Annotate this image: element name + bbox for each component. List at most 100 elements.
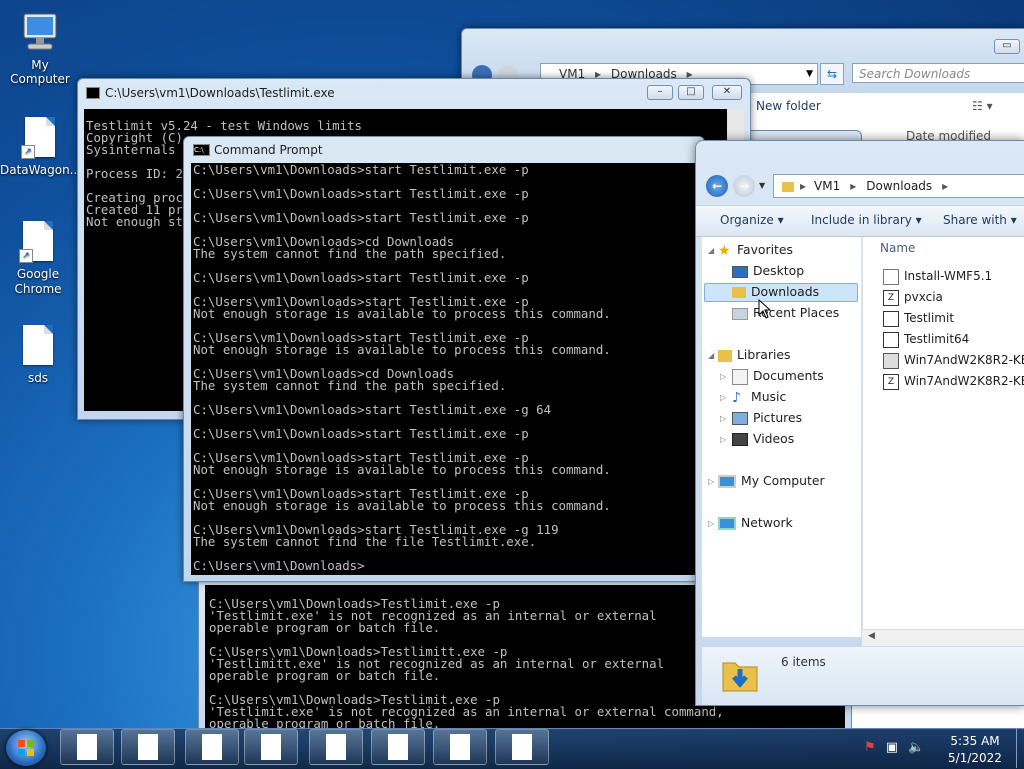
file-item[interactable]: ZWin7AndW2K8R2-KB31 (883, 372, 1024, 390)
desktop-icon-label: Google Chrome (14, 267, 62, 296)
documents-icon (732, 368, 748, 385)
downloads-folder-icon (722, 662, 758, 692)
tray-icons[interactable]: ⚑ ▣ 🔈 (864, 740, 924, 755)
nav-recent-places[interactable]: Recent Places (732, 304, 839, 322)
minimize-button[interactable]: ▭ (994, 39, 1020, 54)
document-icon (450, 734, 470, 760)
desktop-icon-label: DataWagon... (0, 163, 82, 177)
network-icon (718, 517, 736, 530)
file-item[interactable]: Install-WMF5.1 (883, 267, 992, 285)
taskbar-button[interactable] (121, 729, 175, 765)
start-button[interactable] (6, 730, 46, 766)
installer-icon (883, 268, 899, 285)
explorer-window[interactable]: ← → ▼ ▸ VM1 ▸ Downloads ▸ Organize ▾ Include… (695, 140, 1024, 706)
taskbar-button[interactable] (309, 729, 363, 765)
desktop-icon-datawagon[interactable]: ↗ DataWagon... (0, 117, 82, 177)
include-in-library-button[interactable]: Include in library ▾ (811, 212, 922, 228)
recent-places-icon (732, 307, 748, 320)
downloads-folder-icon (732, 287, 746, 298)
breadcrumb-item[interactable]: Downloads (866, 179, 932, 193)
nav-pictures[interactable]: Pictures (732, 409, 802, 427)
console-text: C:\Users\vm1\Downloads>Testlimit.exe -p '… (209, 597, 724, 730)
forward-button[interactable]: → (733, 175, 755, 197)
chevron-down-icon[interactable]: ▼ (759, 181, 765, 190)
taskbar-button[interactable] (244, 729, 298, 765)
nav-libraries[interactable]: Libraries (718, 346, 791, 364)
navigation-pane[interactable]: ◢ ★ Favorites Desktop Downloads Recent Pl… (702, 237, 861, 637)
command-prompt-window[interactable]: C:\ Command Prompt C:\Users\vm1\Download… (183, 136, 705, 582)
document-icon (23, 325, 53, 365)
console-line: C:\Users\vm1\Downloads> (193, 558, 365, 573)
computer-icon (23, 13, 57, 50)
console-line: The system cannot find the path specifie… (193, 378, 507, 393)
console-line: Not enough storage is available to proce… (193, 462, 611, 477)
desktop-icon-sds[interactable]: sds (0, 325, 78, 385)
horizontal-scrollbar[interactable]: ◀ (862, 629, 1024, 646)
maximize-button[interactable]: □ (678, 85, 704, 100)
action-center-icon[interactable]: ⚑ (864, 740, 876, 755)
file-item[interactable]: Testlimit (883, 309, 954, 327)
volume-icon[interactable]: 🔈 (908, 740, 924, 755)
package-icon (883, 352, 899, 369)
minimize-button[interactable]: – (647, 85, 673, 100)
view-options-icon[interactable]: ☷ ▾ (972, 99, 993, 113)
clock[interactable]: 5:35 AM 5/1/2022 (940, 733, 1010, 767)
clock-date: 5/1/2022 (948, 751, 1002, 765)
star-icon: ★ (718, 242, 731, 259)
share-with-button[interactable]: Share with ▾ (943, 212, 1017, 228)
console-line: C:\Users\vm1\Downloads>start Testlimit.e… (193, 186, 529, 201)
chevron-down-icon[interactable]: ▼ (806, 64, 813, 84)
desktop-icon-google-chrome[interactable]: ↗ Google Chrome (0, 221, 78, 297)
pictures-icon (732, 412, 748, 425)
zip-icon: Z (883, 289, 899, 306)
taskbar-button[interactable] (60, 729, 114, 765)
desktop-icon-label: sds (27, 371, 49, 385)
file-item[interactable]: Testlimit64 (883, 330, 969, 348)
refresh-icon[interactable]: ⇆ (820, 63, 844, 85)
music-icon: ♪ (732, 389, 741, 406)
nav-videos[interactable]: Videos (732, 430, 794, 448)
document-icon: ↗ (19, 221, 53, 263)
file-item[interactable]: Zpvxcia (883, 288, 943, 306)
close-button[interactable]: ✕ (712, 85, 742, 100)
breadcrumb-item[interactable]: VM1 (814, 179, 840, 193)
cmd-icon: C:\ (193, 144, 210, 156)
console-line: operable program or batch file. (209, 620, 441, 635)
file-item[interactable]: Win7AndW2K8R2-KB31 (883, 351, 1024, 369)
nav-documents[interactable]: Documents (732, 367, 824, 385)
shortcut-arrow-icon: ↗ (19, 249, 33, 263)
taskbar-button[interactable] (371, 729, 425, 765)
show-desktop-button[interactable] (1016, 728, 1024, 768)
nav-network[interactable]: Network (718, 514, 793, 532)
taskbar-button[interactable] (185, 729, 239, 765)
new-folder-button[interactable]: New folder (756, 99, 821, 113)
nav-downloads[interactable]: Downloads (732, 283, 819, 301)
network-tray-icon[interactable]: ▣ (886, 740, 898, 755)
back-button[interactable]: ← (706, 175, 728, 197)
console-output[interactable]: C:\Users\vm1\Downloads>start Testlimit.e… (191, 163, 701, 575)
console-line: C:\Users\vm1\Downloads>start Testlimit.e… (193, 210, 529, 225)
address-bar[interactable]: ▸ VM1 ▸ Downloads ▸ (773, 174, 1024, 198)
nav-desktop[interactable]: Desktop (732, 262, 804, 280)
folder-icon (782, 181, 794, 192)
console-text: C:\Users\vm1\Downloads>start Testlimit.e… (193, 163, 611, 573)
column-header-name[interactable]: Name (880, 241, 915, 255)
taskbar-button[interactable] (433, 729, 487, 765)
organize-button[interactable]: Organize ▾ (720, 212, 784, 228)
document-icon (77, 734, 97, 760)
nav-favorites[interactable]: ★ Favorites (718, 241, 793, 259)
document-icon (512, 734, 532, 760)
computer-icon (718, 475, 736, 488)
taskbar-button[interactable] (495, 729, 549, 765)
console-icon (86, 87, 100, 99)
window-title: C:\Users\vm1\Downloads\Testlimit.exe (105, 86, 335, 100)
console-line: C:\Users\vm1\Downloads>start Testlimit.e… (193, 426, 529, 441)
search-input[interactable]: Search Downloads (852, 63, 1024, 83)
nav-my-computer[interactable]: My Computer (718, 472, 825, 490)
nav-music[interactable]: ♪ Music (732, 388, 786, 406)
desktop-icon-my-computer[interactable]: My Computer (0, 10, 80, 86)
document-icon (202, 734, 222, 760)
application-icon (883, 310, 899, 327)
status-item-count: 6 items (781, 655, 826, 669)
console-line: Not enough storage is available to proce… (193, 306, 611, 321)
